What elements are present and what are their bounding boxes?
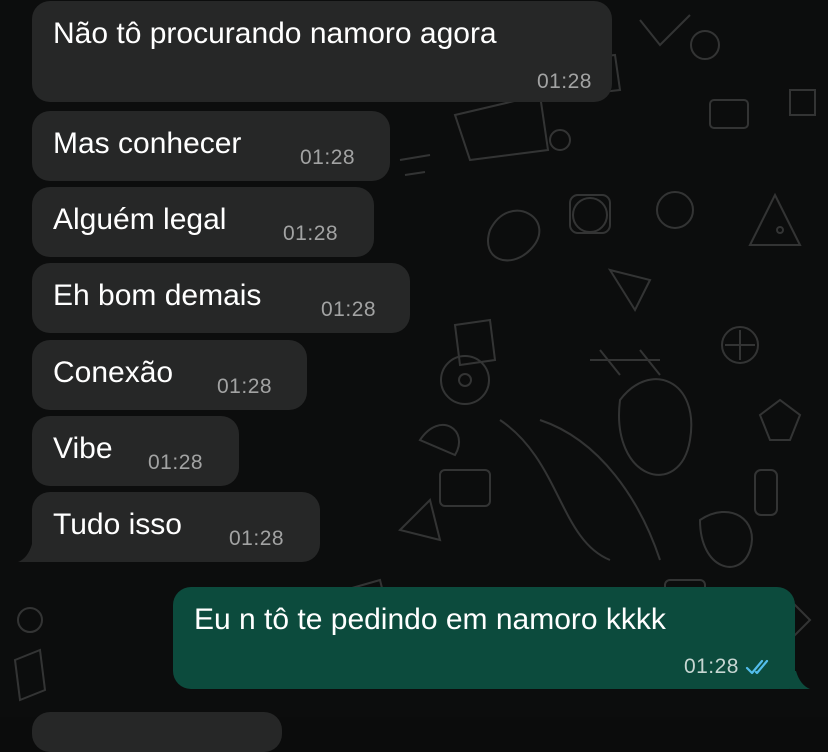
incoming-message-bubble[interactable]: Tudo isso 01:28 bbox=[32, 492, 320, 562]
message-time: 01:28 bbox=[283, 222, 339, 245]
message-text: Mas conhecer bbox=[53, 127, 242, 160]
message-text: Eh bom demais bbox=[53, 279, 262, 312]
incoming-message-bubble-partial[interactable] bbox=[32, 712, 282, 752]
incoming-message-bubble[interactable]: Vibe 01:28 bbox=[32, 416, 239, 486]
message-text: Vibe bbox=[53, 432, 113, 465]
message-time: 01:28 bbox=[300, 146, 356, 169]
message-text: Conexão bbox=[53, 356, 174, 389]
message-time: 01:28 bbox=[321, 298, 377, 321]
message-list[interactable]: Não tô procurando namoro agora 01:28 Mas… bbox=[0, 0, 828, 752]
outgoing-bubble-tail-icon bbox=[790, 671, 810, 689]
message-time: 01:28 bbox=[217, 375, 273, 398]
message-time: 01:28 bbox=[683, 655, 739, 678]
message-text: Tudo isso bbox=[53, 508, 182, 541]
double-check-icon bbox=[745, 659, 769, 675]
message-time: 01:28 bbox=[536, 70, 592, 93]
incoming-message-bubble[interactable]: Conexão 01:28 bbox=[32, 340, 307, 410]
message-time: 01:28 bbox=[229, 527, 285, 550]
incoming-message-bubble[interactable]: Mas conhecer 01:28 bbox=[32, 111, 390, 181]
incoming-message-bubble[interactable]: Alguém legal 01:28 bbox=[32, 187, 374, 257]
outgoing-message-bubble[interactable]: Eu n tô te pedindo em namoro kkkk 01:28 bbox=[173, 587, 795, 689]
incoming-bubble-tail-icon bbox=[18, 544, 38, 562]
incoming-message-bubble[interactable]: Eh bom demais 01:28 bbox=[32, 263, 410, 333]
message-time: 01:28 bbox=[148, 451, 204, 474]
message-text: Não tô procurando namoro agora bbox=[53, 17, 497, 50]
incoming-message-bubble[interactable]: Não tô procurando namoro agora 01:28 bbox=[32, 1, 612, 102]
message-text: Alguém legal bbox=[53, 203, 227, 236]
message-text: Eu n tô te pedindo em namoro kkkk bbox=[194, 603, 666, 636]
